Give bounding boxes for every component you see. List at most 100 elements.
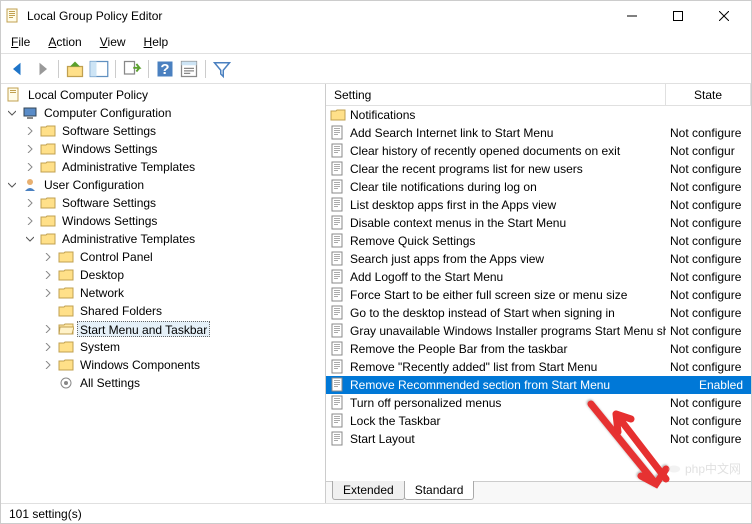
expander-icon[interactable] bbox=[41, 268, 55, 282]
status-text: 101 setting(s) bbox=[9, 507, 82, 521]
setting-name: Disable context menus in the Start Menu bbox=[350, 216, 566, 230]
expander-icon[interactable] bbox=[41, 340, 55, 354]
expander-icon[interactable] bbox=[41, 358, 55, 372]
tree-comp-windows[interactable]: Windows Settings bbox=[1, 140, 325, 158]
expander-icon[interactable] bbox=[23, 160, 37, 174]
setting-state: Not configure bbox=[666, 270, 751, 284]
setting-state: Not configure bbox=[666, 198, 751, 212]
setting-icon bbox=[330, 305, 346, 321]
setting-row[interactable]: Remove Recommended section from Start Me… bbox=[326, 376, 751, 394]
setting-name: Start Layout bbox=[350, 432, 415, 446]
tree-windows-components[interactable]: Windows Components bbox=[1, 356, 325, 374]
setting-row[interactable]: Add Logoff to the Start MenuNot configur… bbox=[326, 268, 751, 286]
setting-row[interactable]: Search just apps from the Apps viewNot c… bbox=[326, 250, 751, 268]
setting-state: Not configure bbox=[666, 324, 751, 338]
expander-icon[interactable] bbox=[5, 178, 19, 192]
close-button[interactable] bbox=[701, 1, 747, 31]
tree-shared-folders[interactable]: Shared Folders bbox=[1, 302, 325, 320]
setting-icon bbox=[330, 395, 346, 411]
list-body[interactable]: Notifications Add Search Internet link t… bbox=[326, 106, 751, 481]
help-button[interactable]: ? bbox=[154, 58, 176, 80]
setting-row[interactable]: Gray unavailable Windows Installer progr… bbox=[326, 322, 751, 340]
tree-desktop[interactable]: Desktop bbox=[1, 266, 325, 284]
setting-name: Turn off personalized menus bbox=[350, 396, 501, 410]
settings-icon bbox=[58, 375, 74, 391]
minimize-button[interactable] bbox=[609, 1, 655, 31]
setting-row[interactable]: Remove "Recently added" list from Start … bbox=[326, 358, 751, 376]
menu-view[interactable]: View bbox=[100, 35, 126, 49]
setting-row[interactable]: Lock the TaskbarNot configure bbox=[326, 412, 751, 430]
setting-row[interactable]: Start LayoutNot configure bbox=[326, 430, 751, 448]
tree-system[interactable]: System bbox=[1, 338, 325, 356]
setting-name: Remove "Recently added" list from Start … bbox=[350, 360, 597, 374]
properties-button[interactable] bbox=[178, 58, 200, 80]
column-setting[interactable]: Setting bbox=[326, 84, 666, 105]
maximize-button[interactable] bbox=[655, 1, 701, 31]
setting-icon bbox=[330, 413, 346, 429]
setting-row[interactable]: Disable context menus in the Start MenuN… bbox=[326, 214, 751, 232]
tab-bar: Extended Standard bbox=[326, 481, 751, 503]
forward-button[interactable] bbox=[31, 58, 53, 80]
tab-standard[interactable]: Standard bbox=[404, 481, 475, 500]
expander-icon[interactable] bbox=[23, 196, 37, 210]
content: Local Computer Policy Computer Configura… bbox=[1, 84, 751, 503]
tree-user-admin[interactable]: Administrative Templates bbox=[1, 230, 325, 248]
setting-row[interactable]: Clear history of recently opened documen… bbox=[326, 142, 751, 160]
setting-row[interactable]: Remove the People Bar from the taskbarNo… bbox=[326, 340, 751, 358]
back-button[interactable] bbox=[7, 58, 29, 80]
toolbar: ? bbox=[1, 54, 751, 84]
menu-file[interactable]: File bbox=[11, 35, 30, 49]
up-button[interactable] bbox=[64, 58, 86, 80]
expander-icon[interactable] bbox=[41, 250, 55, 264]
setting-state: Not configure bbox=[666, 414, 751, 428]
folder-icon bbox=[40, 141, 56, 157]
setting-name: Clear history of recently opened documen… bbox=[350, 144, 620, 158]
tree-user-software[interactable]: Software Settings bbox=[1, 194, 325, 212]
expander-icon[interactable] bbox=[5, 106, 19, 120]
setting-row[interactable]: Go to the desktop instead of Start when … bbox=[326, 304, 751, 322]
tree-computer-config[interactable]: Computer Configuration bbox=[1, 104, 325, 122]
tree-all-settings[interactable]: All Settings bbox=[1, 374, 325, 392]
setting-icon bbox=[330, 287, 346, 303]
setting-row[interactable]: List desktop apps first in the Apps view… bbox=[326, 196, 751, 214]
setting-row[interactable]: Turn off personalized menusNot configure bbox=[326, 394, 751, 412]
expander-icon[interactable] bbox=[23, 232, 37, 246]
expander-icon[interactable] bbox=[41, 322, 55, 336]
expander-icon[interactable] bbox=[23, 214, 37, 228]
tree-user-windows[interactable]: Windows Settings bbox=[1, 212, 325, 230]
setting-row[interactable]: Force Start to be either full screen siz… bbox=[326, 286, 751, 304]
list-folder-row[interactable]: Notifications bbox=[326, 106, 751, 124]
tree-comp-software[interactable]: Software Settings bbox=[1, 122, 325, 140]
setting-icon bbox=[330, 431, 346, 447]
menu-action[interactable]: Action bbox=[48, 35, 81, 49]
tree-start-menu-taskbar[interactable]: Start Menu and Taskbar bbox=[1, 320, 325, 338]
setting-name: Clear tile notifications during log on bbox=[350, 180, 537, 194]
setting-row[interactable]: Add Search Internet link to Start MenuNo… bbox=[326, 124, 751, 142]
setting-name: Go to the desktop instead of Start when … bbox=[350, 306, 615, 320]
show-hide-tree-button[interactable] bbox=[88, 58, 110, 80]
titlebar: Local Group Policy Editor bbox=[1, 1, 751, 31]
setting-row[interactable]: Clear tile notifications during log on No… bbox=[326, 178, 751, 196]
menu-help[interactable]: Help bbox=[144, 35, 169, 49]
folder-icon bbox=[40, 159, 56, 175]
tab-extended[interactable]: Extended bbox=[332, 481, 405, 500]
filter-button[interactable] bbox=[211, 58, 233, 80]
setting-state: Not configure bbox=[666, 180, 751, 194]
column-state[interactable]: State bbox=[666, 84, 751, 105]
expander-icon[interactable] bbox=[23, 142, 37, 156]
tree-user-config[interactable]: User Configuration bbox=[1, 176, 325, 194]
setting-row[interactable]: Clear the recent programs list for new u… bbox=[326, 160, 751, 178]
separator bbox=[115, 60, 116, 78]
expander-icon[interactable] bbox=[41, 286, 55, 300]
setting-row[interactable]: Remove Quick SettingsNot configure bbox=[326, 232, 751, 250]
expander-icon[interactable] bbox=[23, 124, 37, 138]
tree-pane[interactable]: Local Computer Policy Computer Configura… bbox=[1, 84, 326, 503]
export-button[interactable] bbox=[121, 58, 143, 80]
tree-network[interactable]: Network bbox=[1, 284, 325, 302]
tree-control-panel[interactable]: Control Panel bbox=[1, 248, 325, 266]
setting-icon bbox=[330, 215, 346, 231]
tree-comp-admin[interactable]: Administrative Templates bbox=[1, 158, 325, 176]
svg-text:?: ? bbox=[160, 61, 169, 78]
separator bbox=[205, 60, 206, 78]
tree-root[interactable]: Local Computer Policy bbox=[1, 86, 325, 104]
